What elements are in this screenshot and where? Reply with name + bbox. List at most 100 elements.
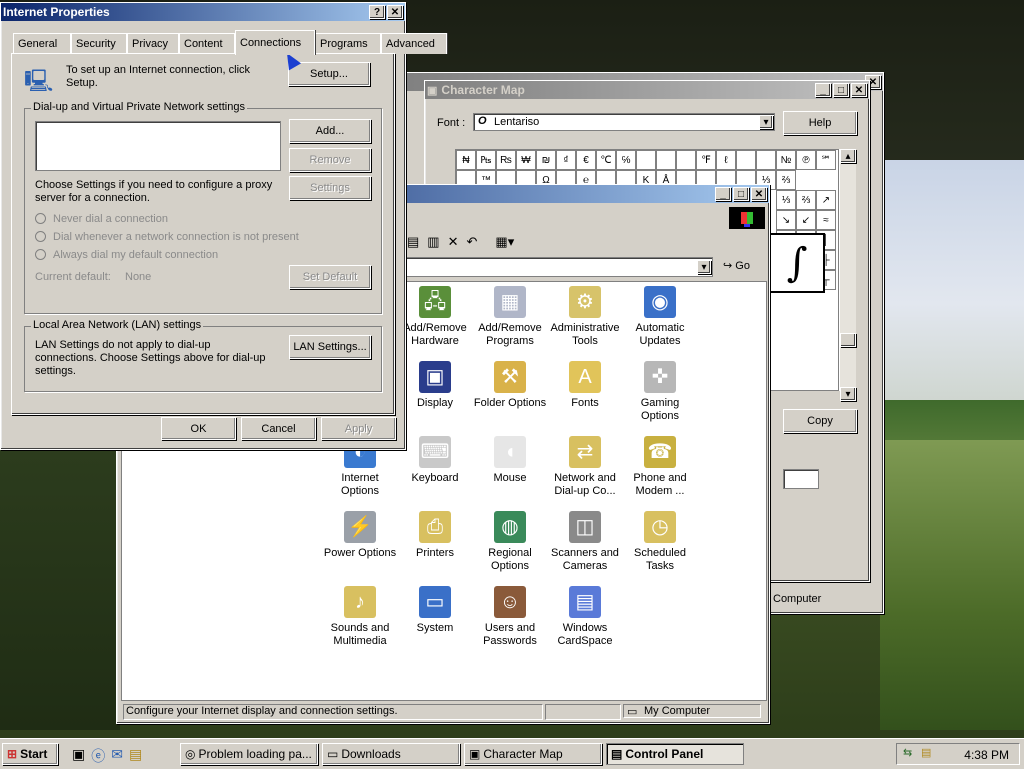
font-select[interactable]: O Lentariso ▾ (473, 113, 775, 131)
character-cell[interactable] (676, 150, 696, 170)
radio-never-dial[interactable] (35, 213, 46, 224)
character-cell[interactable]: ℓ (716, 150, 736, 170)
network-tray-icon[interactable]: ⇆ (903, 746, 912, 759)
taskbar-item[interactable]: ▣ Character Map (464, 743, 602, 765)
tab-content[interactable]: Content (179, 33, 235, 54)
undo-icon[interactable]: ↶ (467, 234, 478, 250)
volume-tray-icon[interactable]: ▤ (921, 746, 931, 759)
internet-properties-dialog[interactable]: Internet Properties ? ✕ General Security P… (0, 2, 447, 450)
apply-button[interactable]: Apply (321, 417, 396, 440)
outlook-express-icon[interactable]: ✉ (111, 746, 123, 766)
lan-settings-button[interactable]: LAN Settings... (289, 335, 371, 359)
taskbar-item[interactable]: ▭ Downloads (322, 743, 460, 765)
maximize-icon[interactable]: □ (733, 187, 749, 201)
help-button[interactable]: Help (783, 111, 857, 135)
character-cell[interactable]: ↙ (796, 210, 816, 230)
close-icon[interactable]: ✕ (387, 5, 403, 19)
scroll-down-icon[interactable]: ▾ (840, 387, 856, 401)
control-panel-item[interactable]: 🖧 Add/Remove Hardware (397, 286, 473, 348)
radio-always-dial[interactable] (35, 249, 46, 260)
character-grid-scrollbar[interactable]: ▴ ▾ (839, 149, 856, 401)
views-icon[interactable]: ▦▾ (495, 234, 514, 250)
control-panel-item[interactable]: ◉ Automatic Updates (622, 286, 698, 348)
tab-advanced[interactable]: Advanced (381, 33, 447, 54)
chevron-down-icon[interactable]: ▾ (697, 260, 711, 274)
character-cell[interactable]: ℃ (596, 150, 616, 170)
copy-button[interactable]: Copy (783, 409, 857, 433)
minimize-icon[interactable]: _ (815, 83, 831, 97)
help-icon[interactable]: ? (369, 5, 385, 19)
cancel-button[interactable]: Cancel (241, 417, 316, 440)
taskbar-item[interactable]: ▤ Control Panel (606, 743, 744, 765)
character-cell[interactable]: ℗ (796, 150, 816, 170)
character-cell[interactable]: ≈ (816, 210, 836, 230)
control-panel-item[interactable]: ▣ Display (397, 361, 473, 410)
close-icon[interactable]: ✕ (851, 83, 867, 97)
address-bar[interactable]: ▾ (397, 257, 713, 277)
character-cell[interactable]: ⅔ (776, 170, 796, 190)
setup-button[interactable]: Setup... (288, 62, 370, 86)
character-cell[interactable]: ↘ (776, 210, 796, 230)
scroll-up-icon[interactable]: ▴ (840, 149, 856, 163)
taskbar-item[interactable]: ◎ Problem loading pa... (180, 743, 318, 765)
character-cell[interactable]: ⅓ (776, 190, 796, 210)
character-cell[interactable]: ₦ (456, 150, 476, 170)
character-cell[interactable] (756, 150, 776, 170)
copy-to-icon[interactable]: ▥ (427, 234, 439, 250)
connections-list[interactable] (35, 121, 281, 171)
character-cell[interactable]: ₩ (516, 150, 536, 170)
scroll-thumb[interactable] (840, 333, 856, 347)
character-cell[interactable] (736, 150, 756, 170)
tab-privacy[interactable]: Privacy (127, 33, 179, 54)
character-cell[interactable]: ↗ (816, 190, 836, 210)
go-button[interactable]: ↪ Go (723, 259, 750, 272)
control-panel-item[interactable]: ☎ Phone and Modem ... (622, 436, 698, 498)
minimize-icon[interactable]: _ (715, 187, 731, 201)
control-panel-item[interactable]: ▭ System (397, 586, 473, 635)
control-panel-item[interactable]: ◫ Scanners and Cameras (547, 511, 623, 573)
explorer-icon[interactable]: ▤ (129, 746, 142, 766)
control-panel-item[interactable]: ⌨ Keyboard (397, 436, 473, 485)
character-cell[interactable]: ℉ (696, 150, 716, 170)
character-cell[interactable]: ₪ (536, 150, 556, 170)
character-cell[interactable]: ⅔ (796, 190, 816, 210)
ok-button[interactable]: OK (161, 417, 236, 440)
control-panel-item[interactable]: ⎙ Printers (397, 511, 473, 560)
character-cell[interactable]: ℠ (816, 150, 836, 170)
add-button[interactable]: Add... (289, 119, 371, 143)
start-button[interactable]: ⊞ Start (2, 743, 58, 765)
character-cell[interactable] (636, 150, 656, 170)
control-panel-item[interactable]: ⚙ Administrative Tools (547, 286, 623, 348)
chevron-down-icon[interactable]: ▾ (759, 115, 773, 129)
characters-to-copy-field[interactable] (783, 469, 819, 489)
character-cell[interactable]: № (776, 150, 796, 170)
maximize-icon[interactable]: □ (833, 83, 849, 97)
character-cell[interactable]: ₧ (476, 150, 496, 170)
control-panel-item[interactable]: ⚒ Folder Options (472, 361, 548, 410)
settings-button[interactable]: Settings (289, 176, 371, 200)
character-cell[interactable]: ℅ (616, 150, 636, 170)
control-panel-item[interactable]: ♪ Sounds and Multimedia (322, 586, 398, 648)
control-panel-item[interactable]: ▦ Add/Remove Programs (472, 286, 548, 348)
show-desktop-icon[interactable]: ▣ (72, 746, 85, 766)
radio-dial-whenever[interactable] (35, 231, 46, 242)
set-default-button[interactable]: Set Default (289, 265, 371, 289)
control-panel-item[interactable]: ⇄ Network and Dial-up Co... (547, 436, 623, 498)
character-cell[interactable]: € (576, 150, 596, 170)
internet-properties-titlebar[interactable]: Internet Properties ? ✕ (1, 3, 405, 21)
clock[interactable]: 4:38 PM (964, 748, 1009, 762)
tab-general[interactable]: General (13, 33, 71, 54)
control-panel-item[interactable]: A Fonts (547, 361, 623, 410)
character-cell[interactable] (656, 150, 676, 170)
control-panel-item[interactable]: ⚡ Power Options (322, 511, 398, 560)
character-map-titlebar[interactable]: ▣ Character Map _ □ ✕ (425, 81, 869, 99)
internet-explorer-icon[interactable]: ⓔ (91, 746, 105, 766)
control-panel-item[interactable]: ☺ Users and Passwords (472, 586, 548, 648)
control-panel-item[interactable]: ▤ Windows CardSpace (547, 586, 623, 648)
control-panel-item[interactable]: ✜ Gaming Options (622, 361, 698, 423)
tab-programs[interactable]: Programs (315, 33, 381, 54)
character-cell[interactable]: ₫ (556, 150, 576, 170)
move-to-icon[interactable]: ▤ (407, 234, 419, 250)
character-cell[interactable]: ₨ (496, 150, 516, 170)
control-panel-item[interactable]: ◷ Scheduled Tasks (622, 511, 698, 573)
